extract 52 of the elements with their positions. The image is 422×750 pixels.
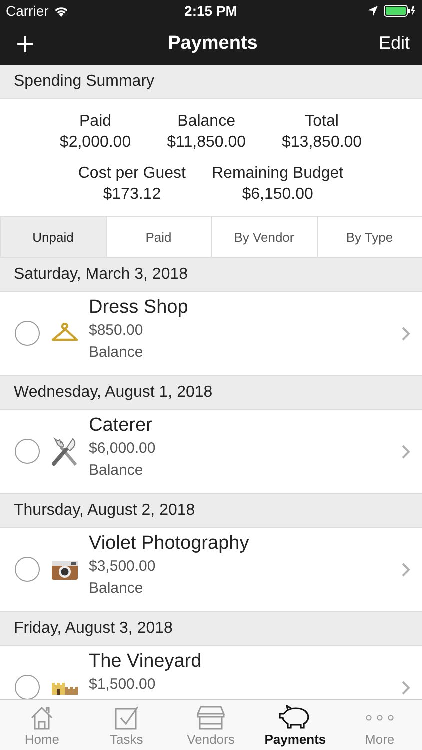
clock-time: 2:15 PM: [184, 3, 238, 19]
payment-amount: $6,000.00: [89, 439, 157, 459]
stat-label: Paid: [80, 112, 112, 132]
more-icon: [364, 715, 395, 721]
tab-bar-item[interactable]: Payments: [253, 700, 338, 750]
stat-label: Remaining Budget: [212, 164, 344, 184]
paid-checkbox[interactable]: [15, 675, 40, 699]
home-icon: [29, 705, 56, 731]
date-header: Thursday, August 2, 2018: [0, 494, 422, 528]
chevron-icon[interactable]: [402, 562, 410, 576]
payment-amount: $3,500.00: [89, 557, 157, 577]
stat-label: Total: [305, 112, 339, 132]
checkbox-icon: [114, 705, 140, 731]
fork-knife-icon: [51, 436, 79, 466]
vendor-name: Dress Shop: [89, 296, 190, 320]
add-button[interactable]: +: [16, 28, 76, 60]
date-header: Friday, August 3, 2018: [0, 612, 422, 646]
payment-amount: $850.00: [89, 321, 144, 341]
date-header: Wednesday, August 1, 2018: [0, 376, 422, 410]
battery-icon: [384, 5, 416, 17]
stat-value: $173.12: [103, 185, 162, 205]
payment-amount: $1,500.00: [89, 675, 157, 695]
payment-status: Balance: [89, 461, 144, 481]
screen-title: Payments: [167, 32, 259, 54]
edit-button[interactable]: Edit: [350, 33, 410, 54]
piggy-bank-icon: [279, 705, 312, 731]
paid-checkbox[interactable]: [15, 557, 40, 582]
location-icon: [368, 6, 378, 16]
storefront-icon: [197, 705, 226, 731]
section-header: Spending Summary: [0, 65, 422, 99]
segment-tab[interactable]: Unpaid: [0, 217, 106, 257]
castle-icon: [51, 680, 79, 694]
chevron-icon[interactable]: [402, 326, 410, 340]
stat-value: $6,150.00: [242, 185, 314, 205]
vendor-name: Violet Photography: [89, 532, 250, 556]
stat-value: $11,850.00: [167, 133, 246, 153]
payment-status: Balance: [89, 343, 144, 363]
vendor-name: Caterer: [89, 414, 154, 438]
date-header: Saturday, March 3, 2018: [0, 258, 422, 292]
carrier-label: Carrier: [6, 3, 49, 19]
camera-icon: [51, 558, 79, 580]
stat-value: $13,850.00: [282, 133, 362, 153]
payment-status: Balance: [89, 579, 144, 599]
stat-label: Balance: [178, 112, 236, 132]
stat-value: $2,000.00: [60, 133, 132, 153]
chevron-icon[interactable]: [402, 680, 410, 694]
paid-checkbox[interactable]: [15, 321, 40, 346]
chevron-icon[interactable]: [402, 444, 410, 458]
wifi-icon: [54, 6, 69, 16]
paid-checkbox[interactable]: [15, 439, 40, 464]
vendor-name: The Vineyard: [89, 650, 203, 674]
stat-label: Cost per Guest: [78, 164, 186, 184]
